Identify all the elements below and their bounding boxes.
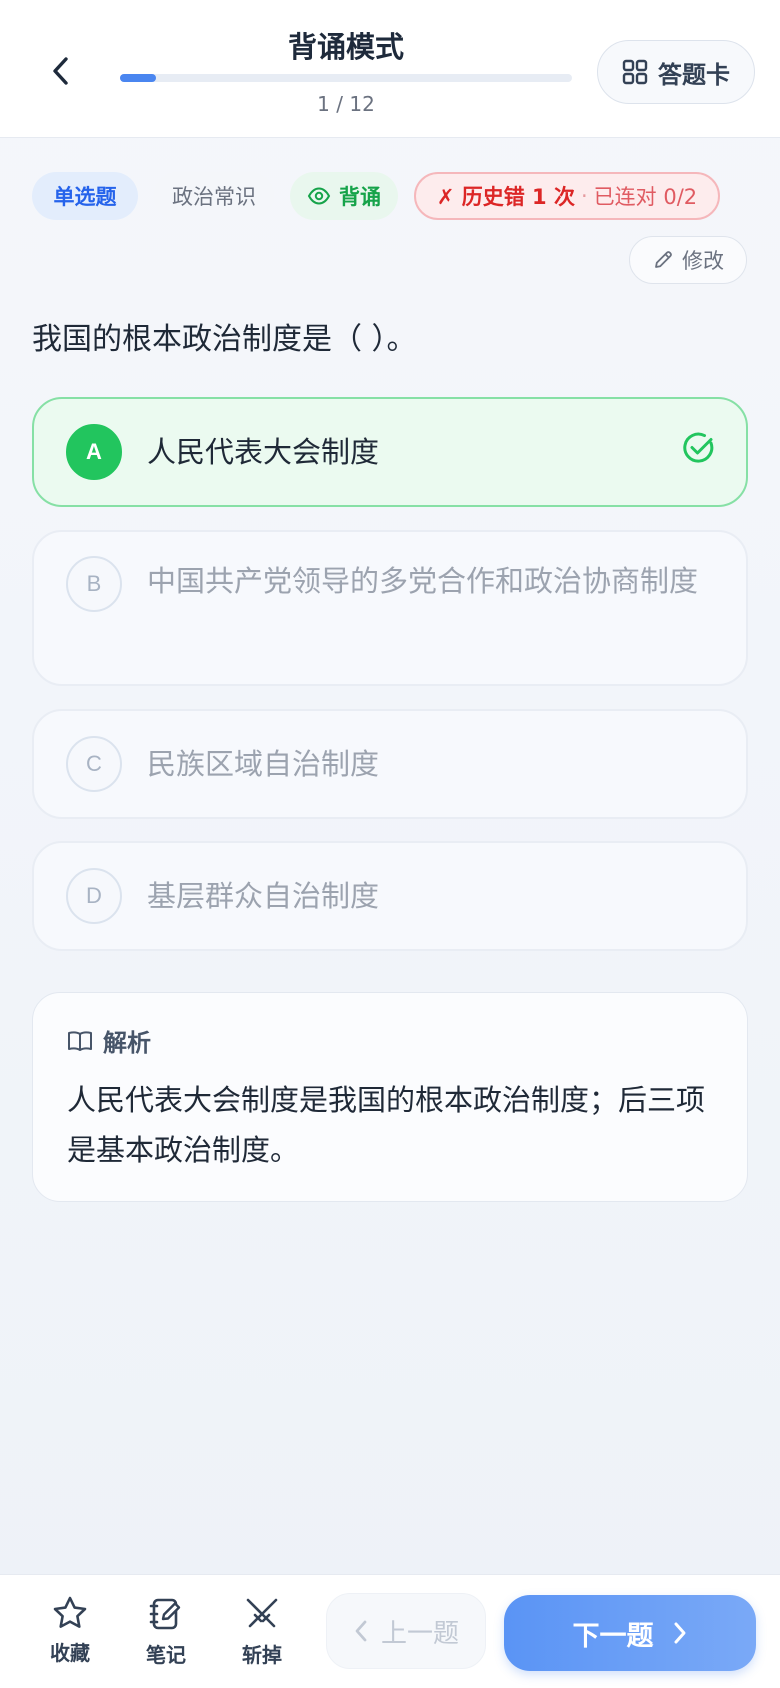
eliminate-label: 斩掉 <box>242 1643 282 1667</box>
top-bar: 背诵模式 1 / 12 答题卡 <box>0 0 780 138</box>
check-circle-icon <box>683 432 714 463</box>
history-wrong-count: ✗ 历史错 1 次 <box>436 185 575 209</box>
analysis-title: 解析 <box>103 1029 151 1057</box>
book-icon <box>68 1030 92 1051</box>
page-title: 背诵模式 <box>287 30 404 64</box>
mode-badge: 背诵 <box>290 172 398 220</box>
favorite-button[interactable]: 收藏 <box>30 1595 110 1675</box>
progress-fill <box>120 74 157 82</box>
option-text: 中国共产党领导的多党合作和政治协商制度 <box>147 564 699 598</box>
option-text: 人民代表大会制度 <box>147 435 380 469</box>
question-text: 我国的根本政治制度是（ ）。 <box>32 322 417 357</box>
favorite-label: 收藏 <box>50 1641 90 1665</box>
next-question-button[interactable]: 下一题 <box>504 1595 756 1671</box>
history-badge: ✗ 历史错 1 次 · 已连对 0/2 <box>414 172 720 220</box>
question-type-badge: 单选题 <box>32 172 138 220</box>
edit-button[interactable]: 修改 <box>629 236 747 284</box>
analysis-panel: 解析 人民代表大会制度是我国的根本政治制度；后三项是基本政治制度。 <box>32 992 748 1202</box>
notebook-icon <box>149 1598 181 1630</box>
analysis-text: 人民代表大会制度是我国的根本政治制度；后三项是基本政治制度。 <box>67 1083 706 1167</box>
option-letter: A <box>66 424 122 480</box>
previous-question-button[interactable]: 上一题 <box>326 1593 486 1669</box>
option-letter: B <box>66 556 122 612</box>
eye-icon <box>307 187 331 205</box>
eliminate-button[interactable]: 斩掉 <box>222 1595 302 1675</box>
progress-bar <box>120 74 572 82</box>
option-text: 民族区域自治制度 <box>147 747 380 781</box>
star-icon <box>53 1596 87 1628</box>
option-text: 基层群众自治制度 <box>147 879 380 913</box>
answer-card-button[interactable]: 答题卡 <box>597 40 755 104</box>
analysis-header: 解析 <box>67 1023 151 1058</box>
pencil-icon <box>655 251 672 268</box>
note-label: 笔记 <box>146 1643 186 1667</box>
previous-label: 上一题 <box>380 1618 459 1649</box>
chevron-left-icon <box>355 1620 367 1642</box>
option-d[interactable]: D 基层群众自治制度 <box>32 841 748 951</box>
option-c[interactable]: C 民族区域自治制度 <box>32 709 748 819</box>
progress-text: 1 / 12 <box>317 92 375 116</box>
mode-label: 背诵 <box>339 185 381 209</box>
option-letter: D <box>66 868 122 924</box>
option-b[interactable]: B 中国共产党领导的多党合作和政治协商制度 <box>32 530 748 686</box>
answer-card-label: 答题卡 <box>658 60 730 89</box>
bottom-action-bar: 收藏 笔记 斩掉 上一题 下一题 <box>0 1574 780 1688</box>
option-a[interactable]: A 人民代表大会制度 <box>32 397 748 507</box>
option-letter: C <box>66 736 122 792</box>
note-button[interactable]: 笔记 <box>126 1595 206 1675</box>
next-label: 下一题 <box>572 1620 654 1652</box>
page: 背诵模式 1 / 12 答题卡 单选题 政治常识 背诵 ✗ 历史错 1 次 · … <box>0 0 780 1688</box>
edit-label: 修改 <box>682 249 724 273</box>
grid-icon <box>622 59 648 85</box>
swords-icon <box>246 1598 278 1628</box>
streak-count: 已连对 0/2 <box>593 185 698 209</box>
separator-dot: · <box>580 184 588 208</box>
chevron-right-icon <box>674 1622 685 1644</box>
subject-badge: 政治常识 <box>154 172 274 220</box>
